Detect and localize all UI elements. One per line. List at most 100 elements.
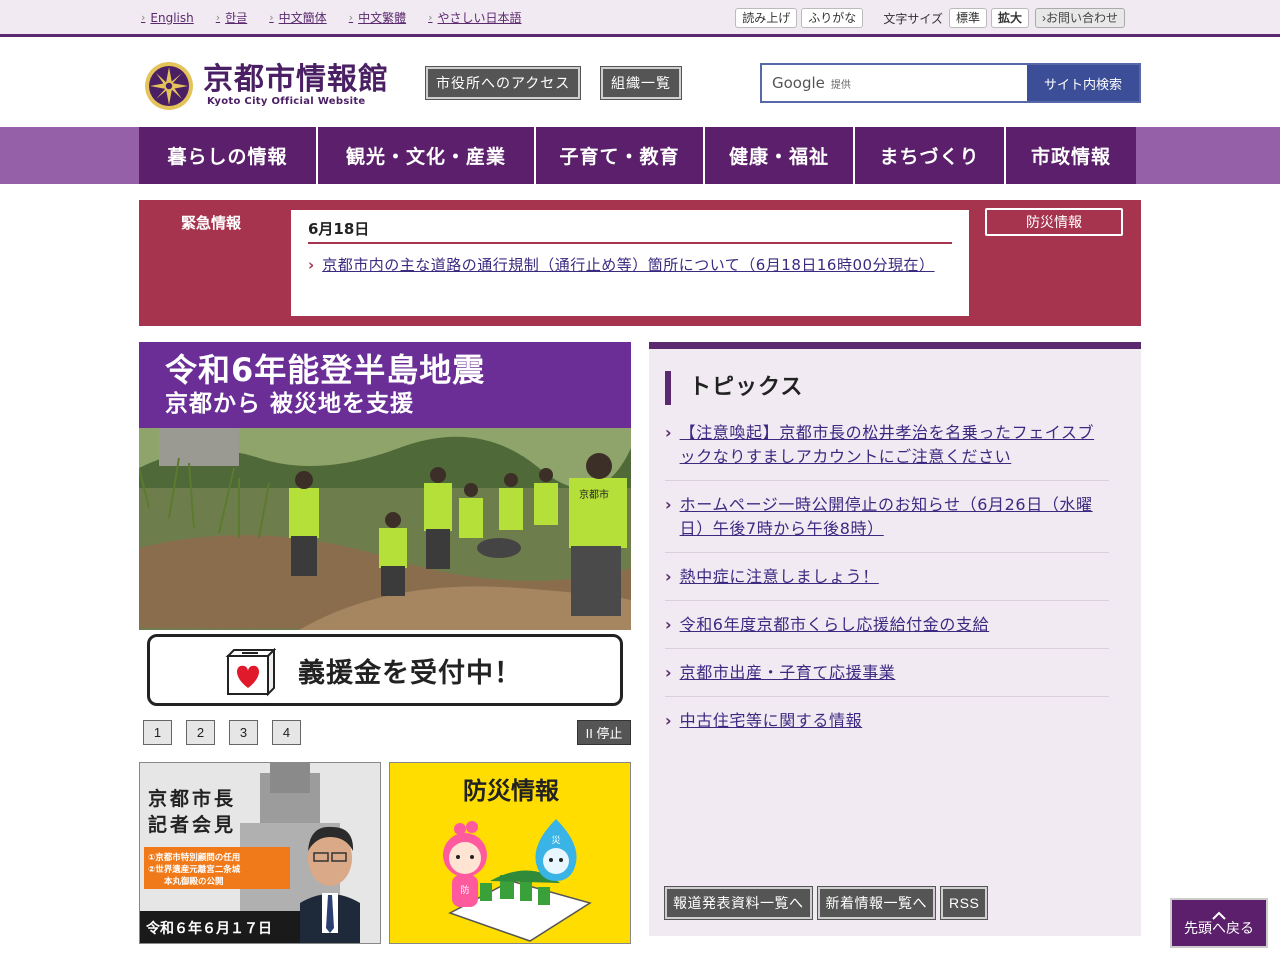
global-nav: 暮らしの情報 観光・文化・産業 子育て・教育 健康・福祉 まちづくり 市政情報 [139, 127, 1136, 184]
emergency-item: › 京都市内の主な道路の通行規制（通行止め等）箇所について（6月18日16時00… [308, 254, 952, 277]
lang-label: 中文繁體 [358, 11, 407, 25]
chevron-up-icon [1212, 911, 1226, 920]
chevron-right-icon: › [348, 11, 354, 24]
emergency-info: 緊急情報 6月18日 › 京都市内の主な道路の通行規制（通行止め等）箇所について… [139, 200, 1141, 326]
topic-link[interactable]: ホームページ一時公開停止のお知らせ（6月26日（水曜日）午後7時から午後8時） [680, 493, 1109, 541]
mayor-banner-date: 令和６年６月１７日 [145, 920, 272, 937]
mayor-banner-item2: ②世界遺産元離宮二条城 [148, 864, 241, 875]
lang-label: 中文簡体 [278, 11, 327, 25]
lang-chinese-traditional[interactable]: › 中文繁體 [349, 9, 406, 26]
logo-text: 京都市情報館 Kyoto City Official Website [203, 61, 389, 107]
mayor-banner-illustration: 京都市長 記者会見 ①京都市特別顧問の任用 ②世界遺産元離宮二条城 本丸御殿の公… [140, 763, 380, 943]
disaster-prevention-button[interactable]: 防災情報 [985, 208, 1123, 236]
emergency-label: 緊急情報 [181, 214, 242, 232]
lang-label: English [150, 10, 194, 25]
topic-item: › ホームページ一時公開停止のお知らせ（6月26日（水曜日）午後7時から午後8時） [665, 493, 1109, 553]
slide-pause-button[interactable]: II 停止 [577, 720, 631, 745]
topic-link[interactable]: 【注意喚起】京都市長の松井孝治を名乗ったフェイスブックなりすましアカウントにご注… [680, 421, 1109, 469]
slide-page-3[interactable]: 3 [229, 720, 258, 745]
inquiry-button[interactable]: ›お問い合わせ [1034, 8, 1125, 28]
chevron-right-icon: › [665, 711, 672, 730]
rss-button[interactable]: RSS [939, 886, 989, 920]
bousai-banner-title: 防災情報 [463, 777, 560, 805]
read-aloud-button[interactable]: 読み上げ [735, 8, 798, 28]
bousai-char-right-label: 災 [551, 835, 560, 846]
slide-page-4[interactable]: 4 [272, 720, 301, 745]
site-header: 京都市情報館 Kyoto City Official Website 市役所への… [0, 40, 1280, 127]
topic-item: › 【注意喚起】京都市長の松井孝治を名乗ったフェイスブックなりすましアカウントにご… [665, 421, 1109, 481]
logo-subtitle: Kyoto City Official Website [207, 95, 366, 107]
topic-item: › 中古住宅等に関する情報 [665, 709, 1109, 744]
topics-panel: トピックス › 【注意喚起】京都市長の松井孝治を名乗ったフェイスブックなりすましア… [649, 342, 1141, 936]
topics-buttons: 報道発表資料一覧へ 新着情報一覧へ RSS [664, 886, 989, 920]
disaster-prevention-banner[interactable]: 防災情報 防 災 [389, 762, 631, 944]
emergency-box: 6月18日 › 京都市内の主な道路の通行規制（通行止め等）箇所について（6月18… [291, 210, 969, 316]
nav-city-administration[interactable]: 市政情報 [1006, 127, 1136, 184]
slide-page-1[interactable]: 1 [143, 720, 172, 745]
topic-link[interactable]: 京都市出産・子育て応援事業 [680, 661, 896, 685]
font-standard-button[interactable]: 標準 [948, 8, 987, 28]
nav-tourism-culture-industry[interactable]: 観光・文化・産業 [318, 127, 536, 184]
topic-link[interactable]: 熱中症に注意しましょう！ [680, 565, 879, 589]
volunteer-photo-illustration: 京都市 [139, 428, 631, 630]
slide-title: 令和6年能登半島地震 [165, 351, 486, 389]
logo-title: 京都市情報館 [203, 61, 389, 97]
site-search-button[interactable]: サイト内検索 [1027, 65, 1139, 101]
donation-cta-text: 義援金を受付中！ [298, 657, 522, 689]
topic-link[interactable]: 中古住宅等に関する情報 [680, 709, 863, 733]
city-hall-access-button[interactable]: 市役所へのアクセス [424, 66, 582, 100]
font-large-button[interactable]: 拡大 [990, 8, 1029, 28]
lang-english[interactable]: › English [141, 9, 194, 26]
new-info-list-button[interactable]: 新着情報一覧へ [816, 886, 936, 920]
lang-korean[interactable]: › 한글 [216, 9, 248, 26]
donation-cta[interactable]: 義援金を受付中！ [147, 634, 623, 706]
nav-health-welfare[interactable]: 健康・福祉 [705, 127, 855, 184]
nav-town-planning[interactable]: まちづくり [855, 127, 1006, 184]
slide-header: 令和6年能登半島地震 京都から 被災地を支援 [139, 342, 631, 428]
vest-text: 京都市 [579, 488, 609, 501]
slide-subtitle: 京都から 被災地を支援 [165, 391, 415, 417]
chevron-right-icon: › [308, 256, 315, 274]
nav-living[interactable]: 暮らしの情報 [139, 127, 318, 184]
lang-easy-japanese[interactable]: › やさしい日本語 [428, 9, 521, 26]
donation-box-icon [225, 647, 277, 697]
site-logo[interactable]: 京都市情報館 Kyoto City Official Website [143, 56, 389, 114]
volunteer-photo: 京都市 [139, 428, 631, 630]
slide-pager: 1 2 3 4 [143, 720, 301, 745]
topic-link[interactable]: 令和6年度京都市くらし応援給付金の支給 [680, 613, 990, 637]
furigana-button[interactable]: ふりがな [801, 8, 864, 28]
chevron-right-icon: › [665, 663, 672, 682]
topic-item: › 京都市出産・子育て応援事業 [665, 661, 1109, 697]
emergency-date: 6月18日 [308, 218, 952, 244]
search-input[interactable] [762, 65, 1026, 101]
topics-list: › 【注意喚起】京都市長の松井孝治を名乗ったフェイスブックなりすましアカウントにご… [665, 421, 1109, 756]
mayor-banner-title1: 京都市長 [148, 787, 236, 810]
language-links: › English › 한글 › 中文簡体 › 中文繁體 › やさしい日本語 [141, 9, 544, 26]
topic-item: › 令和6年度京都市くらし応援給付金の支給 [665, 613, 1109, 649]
site-search: Google 提供 サイト内検索 [760, 63, 1141, 103]
mayor-banner-item1: ①京都市特別顧問の任用 [148, 852, 240, 863]
nav-childcare-education[interactable]: 子育て・教育 [536, 127, 705, 184]
utility-controls: 読み上げ ふりがな 文字サイズ 標準 拡大 ›お問い合わせ [731, 8, 1125, 28]
back-to-top-button[interactable]: 先頭へ戻る [1170, 898, 1268, 948]
main-slide-banner[interactable]: 令和6年能登半島地震 京都から 被災地を支援 京都市 義援金を受付中！ [139, 342, 631, 712]
chevron-right-icon: › [665, 567, 672, 586]
chevron-right-icon: › [665, 495, 672, 514]
bousai-banner-illustration: 防災情報 防 災 [390, 763, 630, 943]
organization-list-button[interactable]: 組織一覧 [600, 66, 682, 100]
press-release-list-button[interactable]: 報道発表資料一覧へ [664, 886, 813, 920]
chevron-right-icon: › [141, 11, 146, 24]
chevron-right-icon: › [269, 11, 274, 24]
inquiry-label: お問い合わせ [1045, 11, 1118, 25]
city-emblem-icon [145, 62, 193, 110]
lang-chinese-simplified[interactable]: › 中文簡体 [269, 9, 326, 26]
mayor-press-conference-banner[interactable]: 京都市長 記者会見 ①京都市特別顧問の任用 ②世界遺産元離宮二条城 本丸御殿の公… [139, 762, 381, 944]
mayor-banner-item3: 本丸御殿の公開 [164, 876, 224, 887]
utility-bar: › English › 한글 › 中文簡体 › 中文繁體 › やさしい日本語 読み上げ ふ… [0, 0, 1280, 37]
mayor-banner-title2: 記者会見 [148, 813, 236, 836]
slide-page-2[interactable]: 2 [186, 720, 215, 745]
emergency-link[interactable]: 京都市内の主な道路の通行規制（通行止め等）箇所について（6月18日16時00分現… [322, 254, 934, 277]
global-nav-bar: 暮らしの情報 観光・文化・産業 子育て・教育 健康・福祉 まちづくり 市政情報 [0, 127, 1280, 184]
chevron-right-icon: › [215, 11, 221, 24]
chevron-right-icon: › [428, 11, 433, 24]
